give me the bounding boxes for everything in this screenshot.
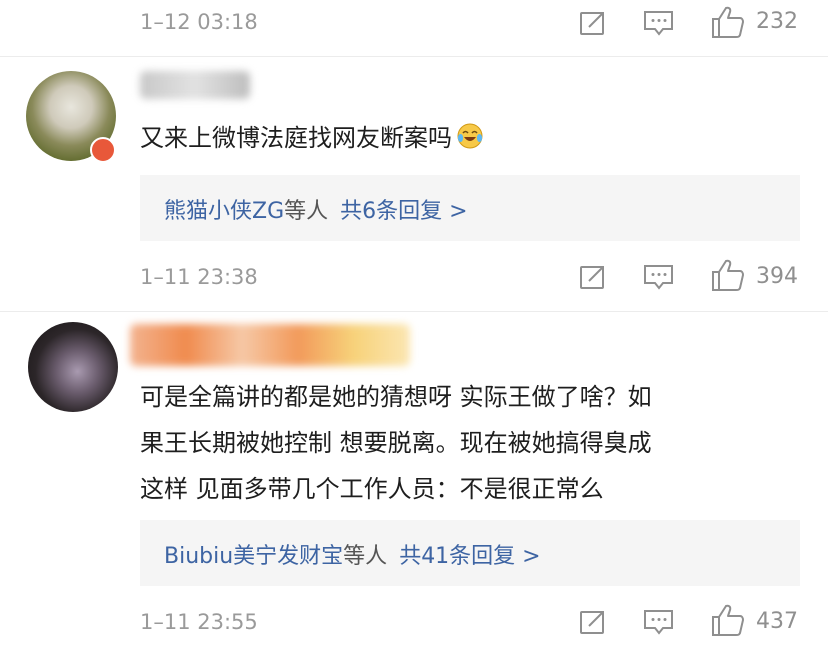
comment-text: 可是全篇讲的都是她的猜想呀 实际王做了啥？如 果王长期被她控制 想要脱离。现在被…	[140, 378, 652, 516]
reply-suffix: 等人	[284, 199, 329, 224]
thumbs-up-icon[interactable]	[710, 257, 746, 293]
reply-users[interactable]: Biubiu美宁发财宝	[164, 544, 343, 569]
reply-summary[interactable]: Biubiu美宁发财宝等人 共41条回复 >	[140, 520, 800, 586]
comment-text-content: 又来上微博法庭找网友断案吗	[140, 124, 452, 152]
comment-line: 可是全篇讲的都是她的猜想呀 实际王做了啥？如	[140, 383, 652, 411]
comment-line: 果王长期被她控制 想要脱离。现在被她搞得臭成	[140, 429, 652, 457]
comment-icon[interactable]	[642, 262, 676, 292]
comment-line: 这样 见面多带几个工作人员：不是很正常么	[140, 475, 604, 503]
share-icon[interactable]	[578, 262, 608, 292]
like-count: 232	[756, 9, 798, 34]
avatar[interactable]	[28, 322, 118, 412]
comment-item: 可是全篇讲的都是她的猜想呀 实际王做了啥？如 果王长期被她控制 想要脱离。现在被…	[0, 312, 828, 658]
comment-timestamp: 1–11 23:38	[140, 265, 258, 289]
comment-timestamp: 1–12 03:18	[140, 10, 258, 34]
comment-timestamp: 1–11 23:55	[140, 610, 258, 634]
comment-icon[interactable]	[642, 607, 676, 637]
reply-summary-text[interactable]: 熊猫小侠ZG等人 共6条回复 >	[164, 193, 468, 225]
comment-text: 又来上微博法庭找网友断案吗	[140, 119, 484, 157]
reply-users[interactable]: 熊猫小侠ZG	[164, 199, 284, 224]
verified-badge-icon	[90, 137, 116, 163]
laugh-cry-emoji-icon	[456, 122, 484, 150]
reply-count-link[interactable]: 共41条回复 >	[399, 544, 540, 569]
share-icon[interactable]	[578, 607, 608, 637]
comment-item: 又来上微博法庭找网友断案吗 熊猫小侠ZG等人 共6条回复 > 1–11 23:38…	[0, 57, 828, 307]
thumbs-up-icon[interactable]	[710, 602, 746, 638]
like-count: 437	[756, 609, 798, 634]
username-redacted[interactable]	[130, 324, 410, 366]
thumbs-up-icon[interactable]	[710, 4, 746, 40]
reply-summary-text[interactable]: Biubiu美宁发财宝等人 共41条回复 >	[164, 538, 541, 570]
share-icon[interactable]	[578, 8, 608, 38]
reply-suffix: 等人	[343, 544, 388, 569]
like-count: 394	[756, 264, 798, 289]
comment-icon[interactable]	[642, 8, 676, 38]
reply-count-link[interactable]: 共6条回复 >	[340, 199, 467, 224]
comment-meta-row: 1–12 03:18 232	[0, 0, 828, 48]
username-redacted[interactable]	[140, 71, 250, 99]
reply-summary[interactable]: 熊猫小侠ZG等人 共6条回复 >	[140, 175, 800, 241]
